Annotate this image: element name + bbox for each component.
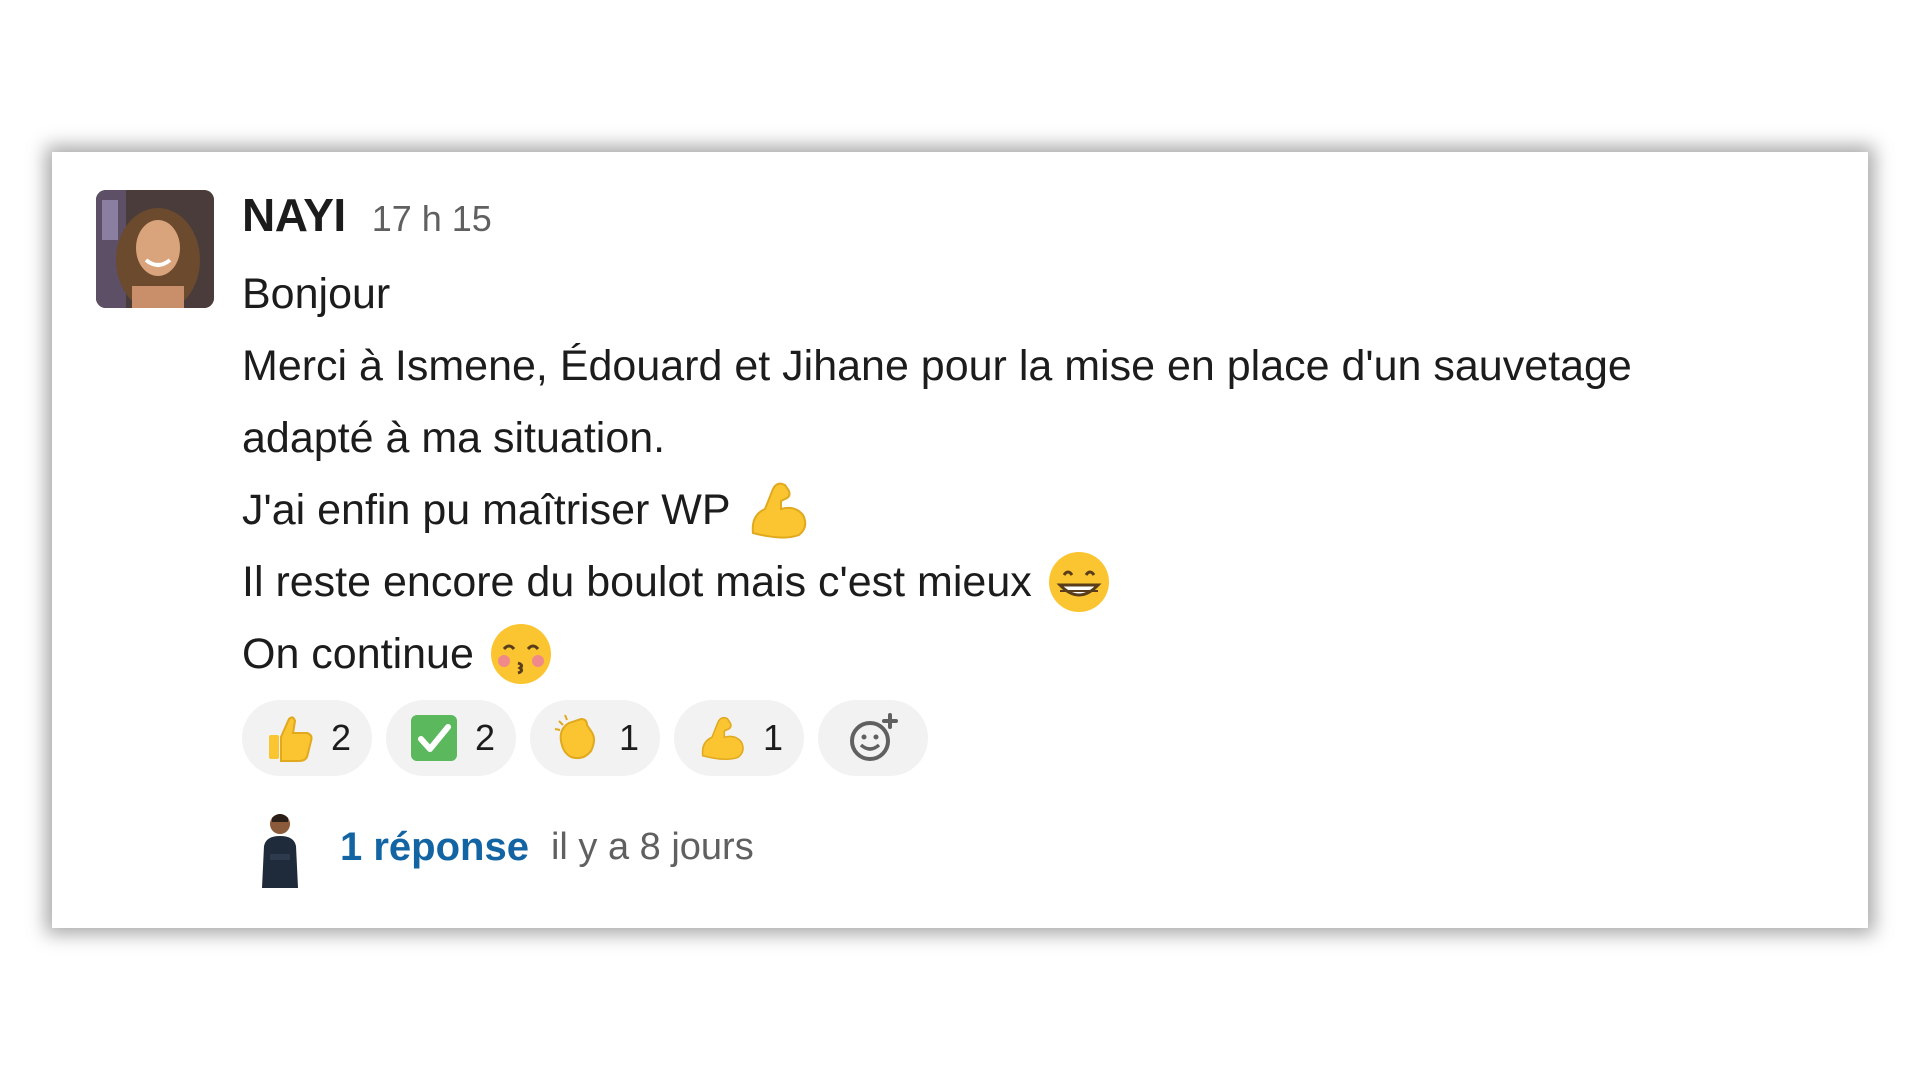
- message-line-text: Il reste encore du boulot mais c'est mie…: [242, 558, 1032, 606]
- message-line-text: Merci à Ismene, Édouard et Jihane pour l…: [242, 342, 1632, 390]
- flexed-biceps-icon: [695, 711, 749, 765]
- thread-summary[interactable]: 1 réponse il y a 8 jours: [242, 806, 754, 888]
- add-reaction-button[interactable]: [818, 700, 928, 776]
- message-line: Bonjour: [242, 258, 1822, 330]
- check-mark-icon: [407, 711, 461, 765]
- message-line: Merci à Ismene, Édouard et Jihane pour l…: [242, 330, 1822, 402]
- message-line-text: J'ai enfin pu maîtriser WP: [242, 486, 731, 534]
- message-timestamp[interactable]: 17 h 15: [372, 198, 492, 240]
- reaction-clapping-hands[interactable]: 1: [530, 700, 660, 776]
- author-name[interactable]: NAYI: [242, 188, 346, 242]
- thumbs-up-icon: [263, 711, 317, 765]
- reaction-thumbs-up[interactable]: 2: [242, 700, 372, 776]
- reaction-count: 1: [618, 717, 640, 758]
- kissing-face-icon: [486, 619, 556, 689]
- message-card: NAYI 17 h 15 Bonjour Merci à Ismene, Édo…: [52, 152, 1868, 928]
- reaction-check-mark[interactable]: 2: [386, 700, 516, 776]
- message-header: NAYI 17 h 15: [242, 188, 492, 242]
- grinning-face-icon: [1044, 547, 1114, 617]
- message-line: Il reste encore du boulot mais c'est mie…: [242, 546, 1822, 618]
- message-line-text: adapté à ma situation.: [242, 414, 666, 462]
- flexed-biceps-icon: [743, 475, 813, 545]
- message-line: J'ai enfin pu maîtriser WP: [242, 474, 1822, 546]
- clapping-hands-icon: [551, 711, 605, 765]
- message-body: Bonjour Merci à Ismene, Édouard et Jihan…: [242, 258, 1822, 690]
- reaction-count: 2: [330, 717, 352, 758]
- author-avatar[interactable]: [96, 190, 214, 308]
- message-line-text: On continue: [242, 630, 474, 678]
- message-line: On continue: [242, 618, 1822, 690]
- reaction-flexed-biceps[interactable]: 1: [674, 700, 804, 776]
- message-line-text: Bonjour: [242, 270, 391, 318]
- reaction-count: 2: [474, 717, 496, 758]
- last-reply-time: il y a 8 jours: [550, 825, 754, 868]
- message-line: adapté à ma situation.: [242, 402, 1822, 474]
- reply-count-link[interactable]: 1 réponse: [340, 825, 529, 870]
- reactions-bar: 2 2 1 1: [242, 700, 928, 776]
- reply-avatar: [242, 806, 318, 888]
- add-reaction-icon: [846, 711, 900, 765]
- reaction-count: 1: [762, 717, 784, 758]
